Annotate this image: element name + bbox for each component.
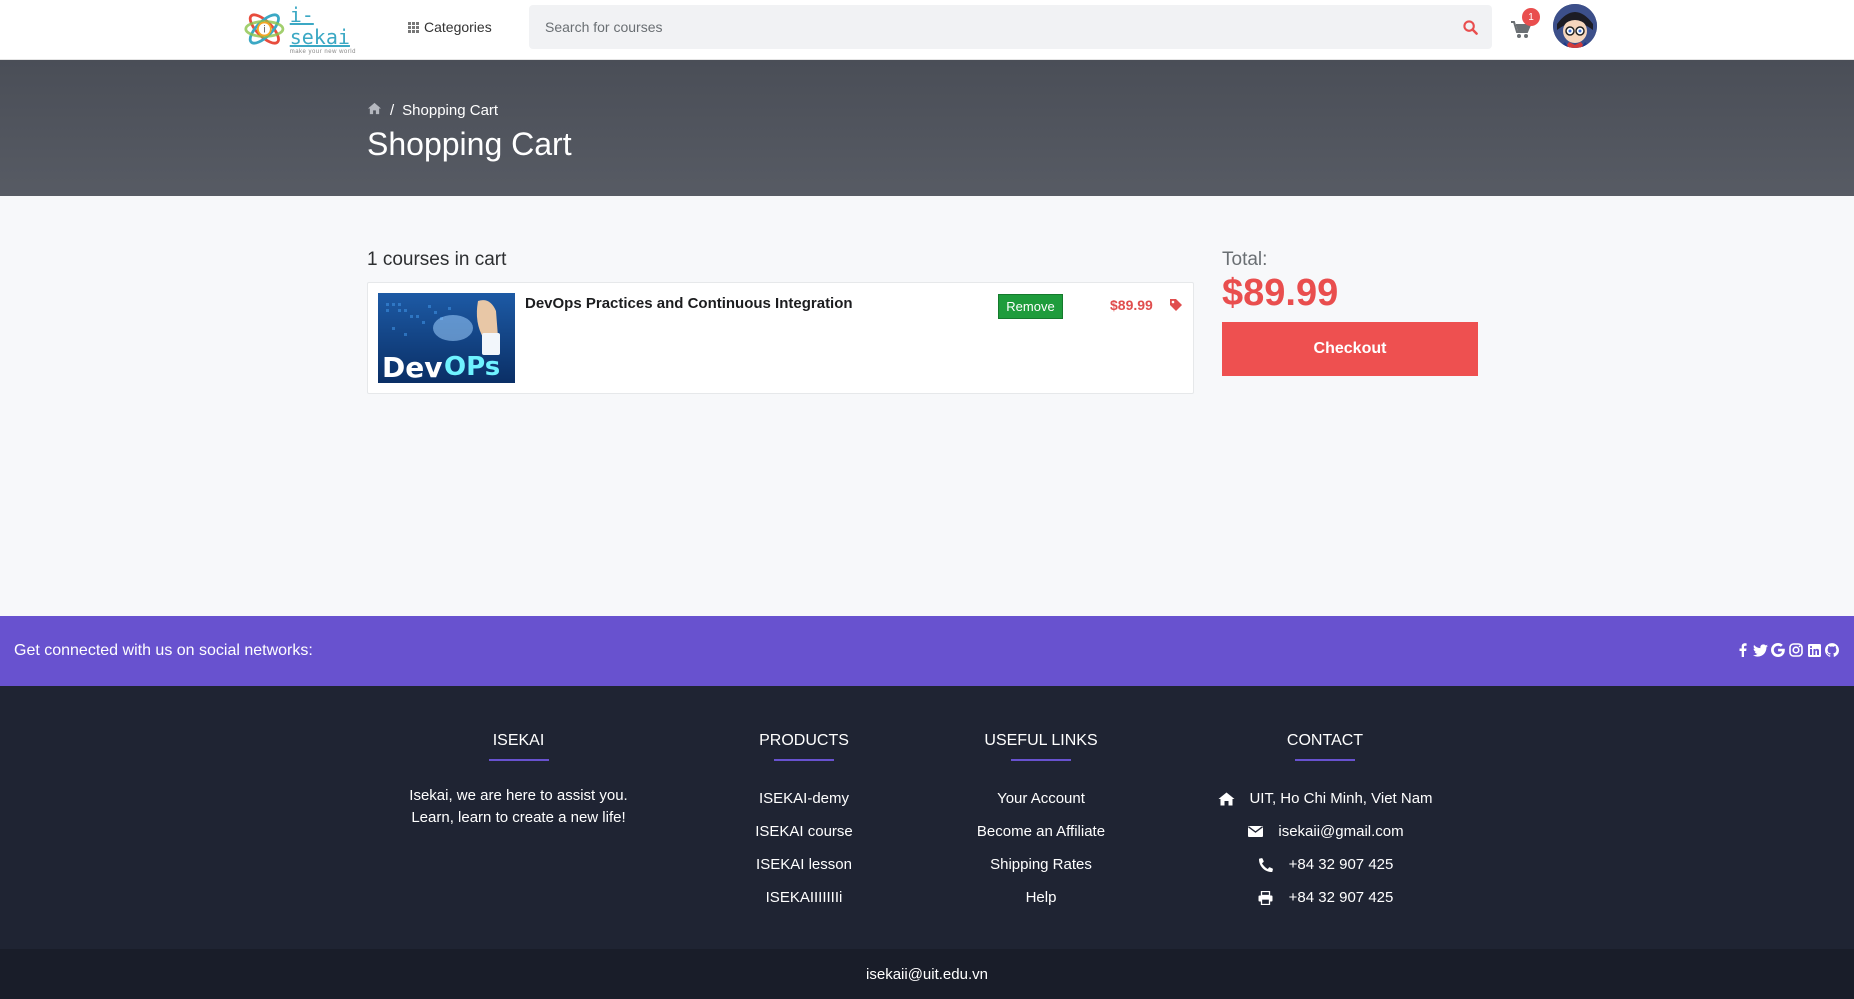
course-price: $89.99 bbox=[1110, 297, 1153, 313]
total-amount: $89.99 bbox=[1222, 272, 1339, 314]
remove-button[interactable]: Remove bbox=[998, 294, 1063, 319]
google-icon[interactable] bbox=[1770, 642, 1786, 658]
breadcrumb-current: Shopping Cart bbox=[402, 102, 499, 119]
footer-bottom-email[interactable]: isekaii@uit.edu.vn bbox=[866, 966, 988, 983]
footer-col-isekai: ISEKAI Isekai, we are here to assist you… bbox=[390, 732, 647, 829]
envelope-icon bbox=[1246, 824, 1264, 840]
breadcrumb-separator: / bbox=[390, 102, 395, 119]
footer-link-shipping[interactable]: Shipping Rates bbox=[956, 848, 1126, 881]
contact-email: isekaii@gmail.com bbox=[1180, 815, 1470, 848]
footer-link-help[interactable]: Help bbox=[956, 881, 1126, 914]
heading-underline bbox=[1011, 759, 1071, 761]
thumb-text-dev: Dev bbox=[382, 351, 442, 383]
contact-address-text: UIT, Ho Chi Minh, Viet Nam bbox=[1249, 790, 1433, 807]
page-title: Shopping Cart bbox=[367, 126, 572, 162]
footer-col-useful-links: USEFUL LINKS Your Account Become an Affi… bbox=[956, 732, 1126, 914]
footer-col-contact: CONTACT UIT, Ho Chi Minh, Viet Nam iseka… bbox=[1180, 732, 1470, 914]
social-text: Get connected with us on social networks… bbox=[14, 642, 313, 659]
instagram-icon[interactable] bbox=[1788, 642, 1804, 658]
heading-underline bbox=[774, 759, 834, 761]
avatar-image bbox=[1553, 4, 1597, 48]
price-tag-icon bbox=[1169, 298, 1183, 317]
course-title[interactable]: DevOps Practices and Continuous Integrat… bbox=[525, 295, 853, 312]
thumb-text-ops: OPs bbox=[444, 352, 500, 382]
logo-tagline: make your new world bbox=[289, 48, 356, 55]
footer-heading-contact: CONTACT bbox=[1286, 732, 1364, 749]
home-icon bbox=[1217, 791, 1235, 807]
contact-email-text[interactable]: isekaii@gmail.com bbox=[1278, 815, 1403, 848]
contact-fax-text: +84 32 907 425 bbox=[1288, 889, 1394, 906]
site-logo[interactable]: i i-sekai make your new world bbox=[243, 2, 368, 55]
top-navbar: i i-sekai make your new world Categories… bbox=[0, 0, 1854, 60]
page-header: / Shopping Cart Shopping Cart bbox=[0, 60, 1854, 196]
logo-atom-icon: i bbox=[244, 13, 285, 45]
twitter-icon[interactable] bbox=[1752, 642, 1768, 658]
svg-text:i: i bbox=[263, 25, 266, 36]
footer-link-product[interactable]: ISEKAI lesson bbox=[724, 848, 884, 881]
contact-address: UIT, Ho Chi Minh, Viet Nam bbox=[1180, 782, 1470, 815]
search-icon bbox=[1462, 19, 1478, 35]
search-input[interactable] bbox=[529, 5, 1448, 49]
footer-col-products: PRODUCTS ISEKAI-demy ISEKAI course ISEKA… bbox=[724, 732, 884, 914]
categories-menu[interactable]: Categories bbox=[408, 16, 492, 38]
print-icon bbox=[1257, 890, 1275, 906]
heading-underline bbox=[488, 759, 549, 761]
footer-link-affiliate[interactable]: Become an Affiliate bbox=[956, 815, 1126, 848]
footer-desc-line1: Isekai, we are here to assist you. bbox=[409, 787, 628, 804]
cart-count-badge: 1 bbox=[1522, 8, 1540, 26]
footer-heading-isekai: ISEKAI bbox=[492, 732, 545, 749]
footer-link-product[interactable]: ISEKAIIIIIIIi bbox=[724, 881, 884, 914]
cart-button[interactable]: 1 bbox=[1510, 8, 1540, 44]
linkedin-icon[interactable] bbox=[1806, 642, 1822, 658]
facebook-icon[interactable] bbox=[1734, 642, 1750, 658]
footer-desc-line2: Learn, learn to create a new life! bbox=[411, 809, 626, 826]
heading-underline bbox=[1295, 759, 1355, 761]
social-bar: Get connected with us on social networks… bbox=[0, 616, 1854, 686]
footer-bottom: isekaii@uit.edu.vn bbox=[0, 949, 1854, 999]
github-icon[interactable] bbox=[1824, 642, 1840, 658]
footer-heading-useful-links: USEFUL LINKS bbox=[984, 732, 1098, 749]
grid-icon bbox=[408, 21, 420, 33]
footer-link-product[interactable]: ISEKAI course bbox=[724, 815, 884, 848]
phone-icon bbox=[1257, 857, 1275, 873]
footer-link-product[interactable]: ISEKAI-demy bbox=[724, 782, 884, 815]
total-label: Total: bbox=[1222, 249, 1268, 270]
course-thumbnail[interactable]: Dev OPs bbox=[378, 293, 515, 383]
cart-item: Dev OPs DevOps Practices and Continuous … bbox=[367, 282, 1194, 394]
contact-phone-text: +84 32 907 425 bbox=[1288, 856, 1394, 873]
social-icons bbox=[1734, 642, 1840, 658]
cart-count-text: 1 courses in cart bbox=[367, 249, 507, 270]
footer-link-your-account[interactable]: Your Account bbox=[956, 782, 1126, 815]
breadcrumb: / Shopping Cart bbox=[367, 102, 498, 119]
footer-heading-products: PRODUCTS bbox=[759, 732, 849, 749]
footer: ISEKAI Isekai, we are here to assist you… bbox=[0, 686, 1854, 949]
checkout-button[interactable]: Checkout bbox=[1222, 322, 1478, 376]
search-button[interactable] bbox=[1448, 5, 1492, 49]
user-avatar[interactable] bbox=[1553, 4, 1597, 48]
home-icon[interactable] bbox=[367, 102, 382, 119]
categories-label: Categories bbox=[424, 19, 492, 35]
contact-fax: +84 32 907 425 bbox=[1180, 881, 1470, 914]
footer-description: Isekai, we are here to assist you. Learn… bbox=[390, 785, 647, 829]
search-bar bbox=[529, 5, 1492, 49]
logo-text: i-sekai bbox=[289, 2, 350, 49]
contact-phone: +84 32 907 425 bbox=[1180, 848, 1470, 881]
